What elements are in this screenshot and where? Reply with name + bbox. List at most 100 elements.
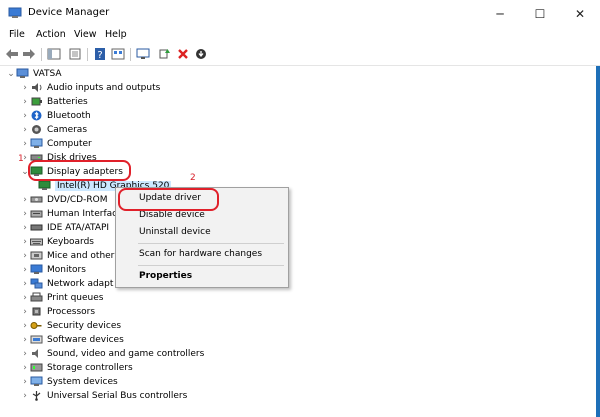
toolbar-separator [130,48,131,61]
expand-chevron-icon[interactable]: › [20,349,30,359]
computer-icon [16,68,29,79]
expand-chevron-icon[interactable]: › [20,237,30,247]
tree-item-sound-video[interactable]: › Sound, video and game controllers [20,347,204,360]
tree-item-storage-controllers[interactable]: › Storage controllers [20,361,133,374]
hid-icon [30,208,43,219]
tree-item-network-adapters[interactable]: › Network adapt [20,277,113,290]
expand-chevron-icon[interactable]: › [20,279,30,289]
close-button[interactable]: ✕ [560,0,600,28]
printer-icon [30,292,43,303]
back-arrow-icon[interactable] [4,46,20,62]
forward-arrow-icon[interactable] [21,46,37,62]
expand-chevron-icon[interactable]: › [20,223,30,233]
expand-chevron-icon[interactable]: › [20,377,30,387]
tree-item-computer[interactable]: › Computer [20,137,92,150]
right-edge-strip [596,66,600,417]
tree-item-cameras[interactable]: › Cameras [20,123,87,136]
download-circle-icon[interactable] [193,46,209,62]
annotation-step-2: 2 [190,173,196,183]
toolbar-separator [41,48,42,61]
tree-item-label: Computer [47,138,92,149]
expand-chevron-icon[interactable]: › [20,97,30,107]
window-title: Device Manager [28,7,110,18]
tree-item-audio[interactable]: › Audio inputs and outputs [20,81,160,94]
software-device-icon [30,334,43,345]
properties-sheet-icon[interactable] [67,46,83,62]
monitor-icon [30,138,43,149]
monitor-icon [30,264,43,275]
tree-item-security-devices[interactable]: › Security devices [20,319,121,332]
tree-root-label: VATSA [33,68,62,79]
storage-controller-icon [30,362,43,373]
expand-chevron-icon[interactable]: › [20,293,30,303]
properties-menu-item[interactable]: Properties [139,271,192,281]
tree-item-batteries[interactable]: › Batteries [20,95,88,108]
tree-item-label: Processors [47,306,96,317]
tree-item-system-devices[interactable]: › System devices [20,375,118,388]
menu-file[interactable]: File [9,29,25,40]
expand-chevron-icon[interactable]: › [20,209,30,219]
toolbar: ? [0,44,600,66]
uninstall-x-icon[interactable] [175,46,191,62]
tree-item-software-devices[interactable]: › Software devices [20,333,124,346]
sound-video-icon [30,348,43,359]
tree-item-label: IDE ATA/ATAPI [47,222,110,233]
tree-item-usb-controllers[interactable]: › Universal Serial Bus controllers [20,389,187,402]
tree-item-label: Batteries [47,96,88,107]
expand-chevron-icon[interactable]: › [20,265,30,275]
show-hide-console-tree-icon[interactable] [46,46,62,62]
tree-item-label: Storage controllers [47,362,133,373]
scan-hardware-menu-item[interactable]: Scan for hardware changes [139,249,262,259]
device-tree: ⌄ VATSA › Audio inputs and outputs › Bat… [0,66,596,417]
processor-icon [30,306,43,317]
help-icon[interactable]: ? [92,46,108,62]
minimize-button[interactable]: ─ [480,0,520,28]
expand-chevron-icon[interactable]: › [20,83,30,93]
toolbar-separator [87,48,88,61]
maximize-button[interactable]: ☐ [520,0,560,28]
tree-item-monitors[interactable]: › Monitors [20,263,86,276]
tree-item-keyboards[interactable]: › Keyboards [20,235,94,248]
title-bar: Device Manager ─ ☐ ✕ [0,0,600,28]
expand-chevron-icon[interactable]: › [20,195,30,205]
tree-item-human-interface[interactable]: › Human Interfac [20,207,117,220]
disable-device-menu-item[interactable]: Disable device [139,210,205,220]
tree-item-processors[interactable]: › Processors [20,305,95,318]
tree-item-label: Print queues [47,292,104,303]
expand-chevron-icon[interactable]: › [20,335,30,345]
tree-item-label: Keyboards [47,236,94,247]
collapse-chevron-icon[interactable]: ⌄ [6,69,16,79]
tree-item-label: Bluetooth [47,110,91,121]
ide-controller-icon [30,222,43,233]
tree-item-bluetooth[interactable]: › Bluetooth [20,109,91,122]
display-adapter-icon [38,180,51,191]
tree-item-dvd-cd-rom[interactable]: › DVD/CD-ROM [20,193,107,206]
keyboard-icon [30,236,43,247]
expand-chevron-icon[interactable]: › [20,251,30,261]
tree-root[interactable]: ⌄ VATSA [6,67,62,80]
mouse-icon [30,250,43,261]
tree-item-print-queues[interactable]: › Print queues [20,291,103,304]
uninstall-device-menu-item[interactable]: Uninstall device [139,227,211,237]
network-adapter-icon [30,278,43,289]
annotation-oval-display-adapters [28,160,131,181]
expand-chevron-icon[interactable]: › [20,139,30,149]
update-driver-icon[interactable] [156,46,172,62]
monitor-scan-icon[interactable] [135,46,151,62]
expand-chevron-icon[interactable]: › [20,111,30,121]
menu-action[interactable]: Action [36,29,66,40]
security-key-icon [30,320,43,331]
tree-item-ide-ata[interactable]: › IDE ATA/ATAPI [20,221,109,234]
view-grid-icon[interactable] [110,46,126,62]
expand-chevron-icon[interactable]: › [20,363,30,373]
expand-chevron-icon[interactable]: › [20,391,30,401]
expand-chevron-icon[interactable]: › [20,307,30,317]
tree-item-label: Universal Serial Bus controllers [47,390,188,401]
annotation-oval-update-driver [118,188,219,211]
bluetooth-icon [30,110,43,121]
expand-chevron-icon[interactable]: › [20,321,30,331]
expand-chevron-icon[interactable]: › [20,125,30,135]
menu-view[interactable]: View [74,29,97,40]
menu-help[interactable]: Help [105,29,127,40]
tree-item-mice[interactable]: › Mice and other [20,249,114,262]
